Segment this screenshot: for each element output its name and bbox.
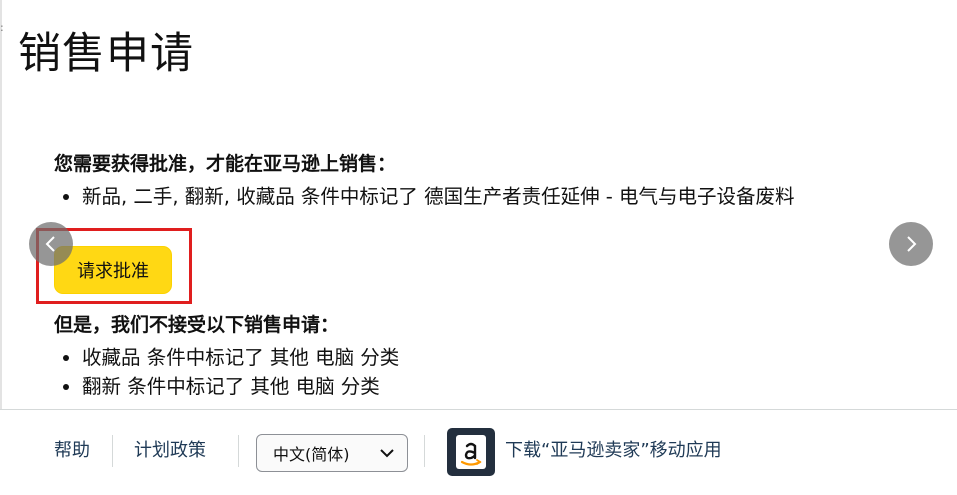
footer-divider [424, 435, 425, 467]
amazon-logo-icon [456, 435, 486, 469]
language-select[interactable]: 中文(简体) [256, 434, 408, 472]
rejection-item: 收藏品 条件中标记了 其他 电脑 分类 [54, 343, 934, 372]
footer-divider [238, 435, 239, 467]
footer: 帮助 计划政策 中文(简体) 下载“亚马逊卖家”移动应用 [0, 409, 957, 495]
footer-link-program-policies[interactable]: 计划政策 [134, 440, 206, 462]
rejection-heading: 但是，我们不接受以下销售申请： [54, 314, 340, 336]
carousel-next-button[interactable] [889, 222, 933, 266]
language-select-value: 中文(简体) [273, 445, 350, 464]
approval-section: 您需要获得批准，才能在亚马逊上销售： 新品, 二手, 翻新, 收藏品 条件中标记… [54, 152, 934, 211]
rejection-item: 翻新 条件中标记了 其他 电脑 分类 [54, 372, 934, 401]
edge-mark: : [0, 21, 4, 34]
rejection-section: 但是，我们不接受以下销售申请： 收藏品 条件中标记了 其他 电脑 分类 翻新 条… [54, 313, 934, 401]
rejection-list: 收藏品 条件中标记了 其他 电脑 分类 翻新 条件中标记了 其他 电脑 分类 [54, 343, 934, 401]
footer-divider [112, 435, 113, 467]
chevron-left-icon [45, 236, 55, 252]
approval-heading: 您需要获得批准，才能在亚马逊上销售： [54, 153, 397, 175]
request-approval-button[interactable]: 请求批准 [54, 246, 172, 294]
approval-list: 新品, 二手, 翻新, 收藏品 条件中标记了 德国生产者责任延伸 - 电气与电子… [54, 182, 934, 211]
carousel-prev-button[interactable] [29, 222, 73, 266]
approval-item: 新品, 二手, 翻新, 收藏品 条件中标记了 德国生产者责任延伸 - 电气与电子… [54, 182, 934, 211]
chevron-down-icon [380, 449, 394, 458]
page-title: 销售申请 [18, 29, 194, 79]
footer-link-help[interactable]: 帮助 [54, 440, 90, 462]
amazon-seller-app-icon[interactable] [447, 428, 495, 476]
chevron-right-icon [907, 236, 917, 252]
download-app-link[interactable]: 下载“亚马逊卖家”移动应用 [505, 440, 722, 462]
